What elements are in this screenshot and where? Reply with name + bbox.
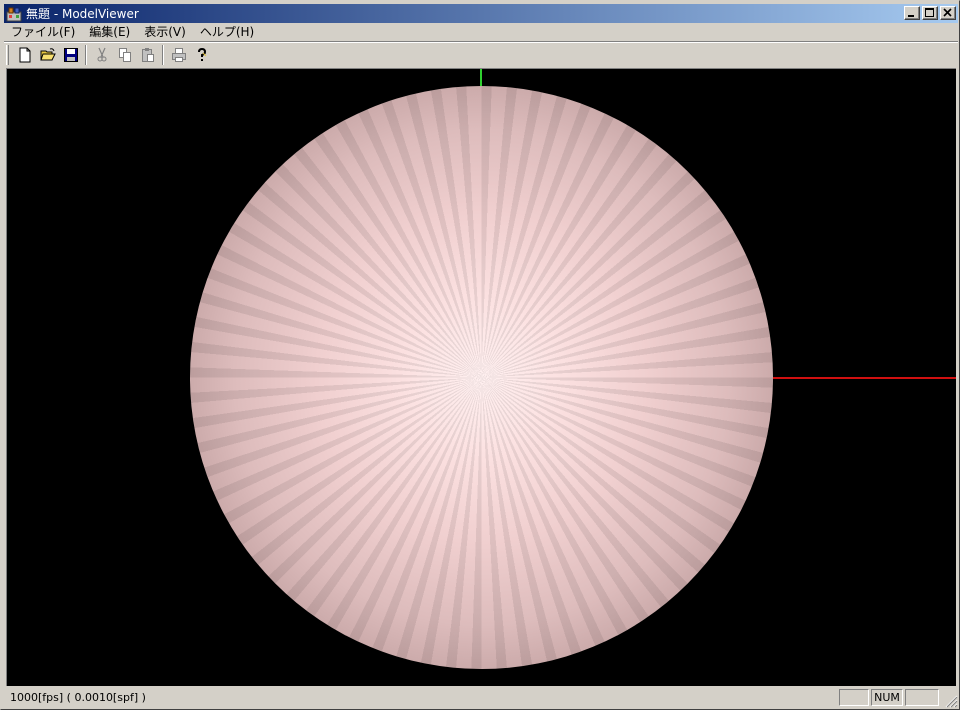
minimize-button[interactable]: [904, 6, 920, 20]
open-folder-icon: [39, 48, 56, 61]
modelviewer-app-icon[interactable]: [6, 6, 22, 22]
resize-grip-icon[interactable]: [945, 695, 958, 708]
menu-help[interactable]: ヘルプ(H): [193, 23, 261, 41]
status-fps-text: 1000[fps] ( 0.0010[spf] ): [10, 691, 146, 704]
help-icon: [197, 47, 206, 61]
cut-button[interactable]: [90, 44, 113, 66]
status-pane-cap: [839, 689, 869, 706]
maximize-icon: [925, 8, 934, 17]
menu-view[interactable]: 表示(V): [137, 23, 193, 41]
paste-icon: [141, 48, 154, 62]
minimize-icon: [908, 15, 914, 17]
close-icon: [943, 8, 952, 17]
window-title: 無題 - ModelViewer: [26, 7, 139, 21]
toolbar-grip[interactable]: [6, 45, 9, 65]
main-window: 無題 - ModelViewer ファイル(F) 編集(E) 表示(V) ヘルプ…: [0, 0, 960, 710]
toolbar-separator: [162, 45, 164, 65]
maximize-button[interactable]: [922, 6, 938, 20]
save-button[interactable]: [59, 44, 82, 66]
status-pane-scrl: [905, 689, 939, 706]
print-button[interactable]: [167, 44, 190, 66]
open-button[interactable]: [36, 44, 59, 66]
new-document-icon: [19, 47, 30, 63]
new-button[interactable]: [13, 44, 36, 66]
sphere-facets: [190, 86, 773, 669]
cut-scissors-icon: [97, 47, 106, 62]
print-icon: [171, 48, 186, 62]
copy-icon: [118, 48, 131, 62]
title-bar[interactable]: 無題 - ModelViewer: [4, 4, 958, 23]
x-axis-line: [773, 377, 956, 379]
close-button[interactable]: [940, 6, 956, 20]
toolbar-separator: [85, 45, 87, 65]
status-bar: 1000[fps] ( 0.0010[spf] ) NUM: [4, 688, 958, 708]
menu-edit[interactable]: 編集(E): [82, 23, 137, 41]
y-axis-line: [480, 69, 482, 86]
menu-bar: ファイル(F) 編集(E) 表示(V) ヘルプ(H): [4, 23, 958, 41]
paste-button[interactable]: [136, 44, 159, 66]
toolbar: [4, 43, 958, 67]
copy-button[interactable]: [113, 44, 136, 66]
3d-viewport[interactable]: [6, 68, 956, 686]
help-button[interactable]: [190, 44, 213, 66]
status-pane-num: NUM: [871, 689, 903, 706]
save-disk-icon: [63, 48, 78, 62]
menu-file[interactable]: ファイル(F): [4, 23, 82, 41]
